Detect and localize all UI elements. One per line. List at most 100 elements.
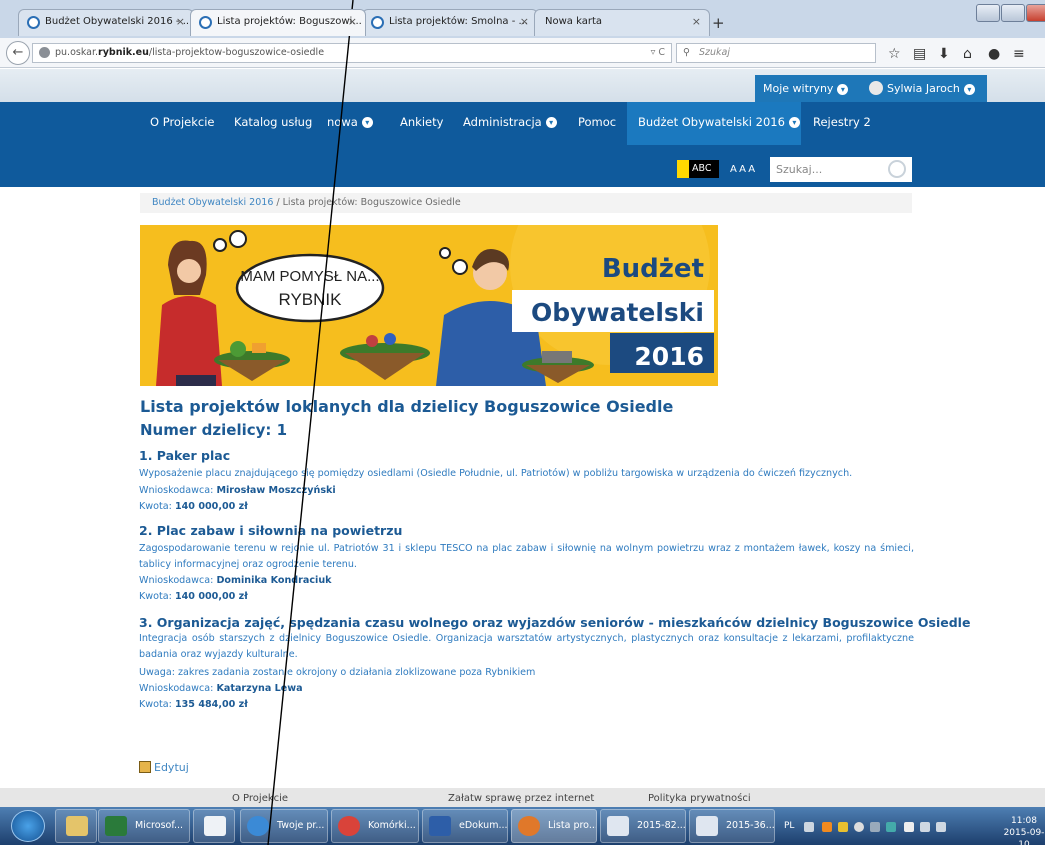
taskbar-label: Lista pro... [548, 820, 597, 831]
minimize-button[interactable] [976, 4, 1000, 22]
search-icon[interactable] [888, 160, 906, 178]
browser-tab[interactable]: Nowa karta × [534, 9, 710, 36]
menu-icon[interactable]: ≡ [1013, 46, 1025, 62]
project-amount: Kwota: 140 000,00 zł [139, 501, 248, 512]
address-bar[interactable]: pu.oskar.rybnik.eu/lista-projektow-bogus… [32, 43, 672, 63]
word-icon [696, 816, 718, 836]
banner-word-budzet: Budżet [602, 254, 704, 284]
my-sites-menu[interactable]: Moje witryny ▾ [763, 82, 849, 95]
user-menu[interactable]: Sylwia Jaroch ▾ [887, 82, 975, 95]
taskbar-label: eDokum... [459, 820, 508, 831]
home-icon[interactable]: ⌂ [963, 46, 972, 62]
bookmarks-list-icon[interactable]: ▤ [913, 46, 926, 62]
chevron-down-icon: ▾ [963, 83, 975, 95]
firefox-icon [518, 816, 540, 836]
taskbar-label: Microsof... [135, 820, 184, 831]
maximize-button[interactable] [1001, 4, 1025, 22]
close-tab-icon[interactable]: × [348, 15, 357, 28]
footer-link-polityka[interactable]: Polityka prywatności [648, 793, 751, 804]
taskbar-item-firefox[interactable]: Lista pro... [511, 809, 597, 843]
app-tray-icon[interactable] [838, 822, 848, 832]
download-icon[interactable]: ⬇ [938, 46, 950, 62]
language-indicator[interactable]: PL [784, 821, 794, 831]
flag-icon[interactable] [904, 822, 914, 832]
taskbar-item-word-2[interactable]: 2015-36... [689, 809, 775, 843]
mail-pinned-icon[interactable] [193, 809, 235, 843]
chat-icon[interactable]: ● [988, 46, 1000, 62]
nav-item-budzet-obywatelski[interactable]: Budżet Obywatelski 2016 ▾ [638, 115, 800, 129]
page-title: Lista projektów loklanych dla dzielicy B… [140, 397, 674, 416]
close-window-button[interactable] [1026, 4, 1045, 22]
taskbar-item-ie[interactable]: Twoje pr... [240, 809, 328, 843]
nav-item-nowa[interactable]: nowa ▾ [327, 115, 373, 129]
site-search-input[interactable]: Szukaj... [770, 157, 912, 182]
chevron-down-icon: ▾ [545, 117, 557, 128]
clock[interactable]: 11:08 2015-09-10 [1003, 815, 1045, 845]
bubble-text-line1: MAM POMYSŁ NA... [240, 268, 379, 285]
project-description: Integracja osób starszych z dzielnicy Bo… [139, 633, 914, 660]
my-sites-label: Moje witryny [763, 82, 834, 95]
site-search-placeholder: Szukaj... [776, 163, 823, 176]
word-icon [607, 816, 629, 836]
breadcrumb-link[interactable]: Budżet Obywatelski 2016 [152, 197, 273, 208]
project-heading: 1. Paker plac [139, 448, 231, 463]
taskbar-item-excel[interactable]: Microsof... [98, 809, 190, 843]
nav-label: Administracja [463, 115, 542, 129]
new-tab-button[interactable]: + [712, 14, 725, 32]
nav-item-katalog-uslug[interactable]: Katalog usług [234, 115, 312, 129]
chevron-down-icon: ▾ [361, 117, 373, 128]
nav-item-o-projekcie[interactable]: O Projekcie [150, 115, 214, 129]
bookmark-star-icon[interactable]: ☆ [888, 46, 901, 62]
site-info-icon [39, 47, 50, 58]
browser-tab-active[interactable]: Lista projektów: Boguszowi... × [190, 9, 366, 36]
taskbar-item-word-1[interactable]: 2015-82... [600, 809, 686, 843]
applicant-label: Wnioskodawca: [139, 575, 214, 586]
explorer-pinned-icon[interactable] [55, 809, 97, 843]
footer-link-o-projekcie[interactable]: O Projekcie [232, 793, 288, 804]
keyboard-icon[interactable] [804, 822, 814, 832]
mail-icon [204, 816, 226, 836]
taskbar-item-chrome[interactable]: Komórki... [331, 809, 419, 843]
nav-item-administracja[interactable]: Administracja ▾ [463, 115, 557, 129]
browser-tab-bar: Budżet Obywatelski 2016 - ... × Lista pro… [0, 0, 1045, 38]
nav-item-rejestry[interactable]: Rejestry 2 [813, 115, 871, 129]
edit-link[interactable]: Edytuj [139, 761, 189, 774]
close-tab-icon[interactable]: × [692, 15, 701, 28]
browser-tab[interactable]: Budżet Obywatelski 2016 - ... × [18, 9, 194, 36]
amount-label: Kwota: [139, 591, 172, 602]
applicant-label: Wnioskodawca: [139, 485, 214, 496]
network-icon[interactable] [920, 822, 930, 832]
nav-item-pomoc[interactable]: Pomoc [578, 115, 616, 129]
shield-icon[interactable] [886, 822, 896, 832]
nav-item-ankiety[interactable]: Ankiety [400, 115, 443, 129]
avatar[interactable] [869, 81, 883, 95]
footer-link-zalatw-sprawe[interactable]: Załatw sprawę przez internet [448, 793, 594, 804]
amount-value: 135 484,00 zł [174, 699, 248, 710]
project-heading: 3. Organizacja zajęć, spędzania czasu wo… [139, 615, 971, 630]
nav-label: nowa [327, 115, 358, 129]
high-contrast-toggle[interactable]: ABC [677, 160, 719, 178]
project-amount: Kwota: 140 000,00 zł [139, 591, 248, 602]
user-bar: Moje witryny ▾ Sylwia Jaroch ▾ [755, 75, 987, 102]
display-icon[interactable] [870, 822, 880, 832]
taskbar-item-edokumenty[interactable]: eDokum... [422, 809, 508, 843]
contrast-swatch [677, 160, 689, 178]
banner-illustration: MAM POMYSŁ NA... RYBNIK Budżet Obywatels… [140, 225, 718, 386]
tab-label: Lista projektów: Smolna - ... [389, 16, 529, 27]
volume-icon[interactable] [936, 822, 946, 832]
contrast-label: ABC [692, 163, 712, 174]
start-button[interactable] [11, 810, 45, 842]
close-tab-icon[interactable]: × [176, 15, 185, 28]
ie-icon [199, 16, 212, 29]
reload-icon[interactable]: ▿ C [651, 44, 665, 62]
browser-search-field[interactable]: ⚲ Szukaj [676, 43, 876, 63]
back-arrow-icon[interactable]: ← [6, 41, 30, 65]
tab-label: Budżet Obywatelski 2016 - ... [45, 16, 193, 27]
project-applicant: Wnioskodawca: Mirosław Moszczyński [139, 485, 336, 496]
browser-tab[interactable]: Lista projektów: Smolna - ... × [362, 9, 538, 36]
update-icon[interactable] [854, 822, 864, 832]
font-size-toggle[interactable]: AAA [730, 164, 757, 175]
amount-label: Kwota: [139, 501, 172, 512]
close-tab-icon[interactable]: × [520, 15, 529, 28]
flame-icon[interactable] [822, 822, 832, 832]
